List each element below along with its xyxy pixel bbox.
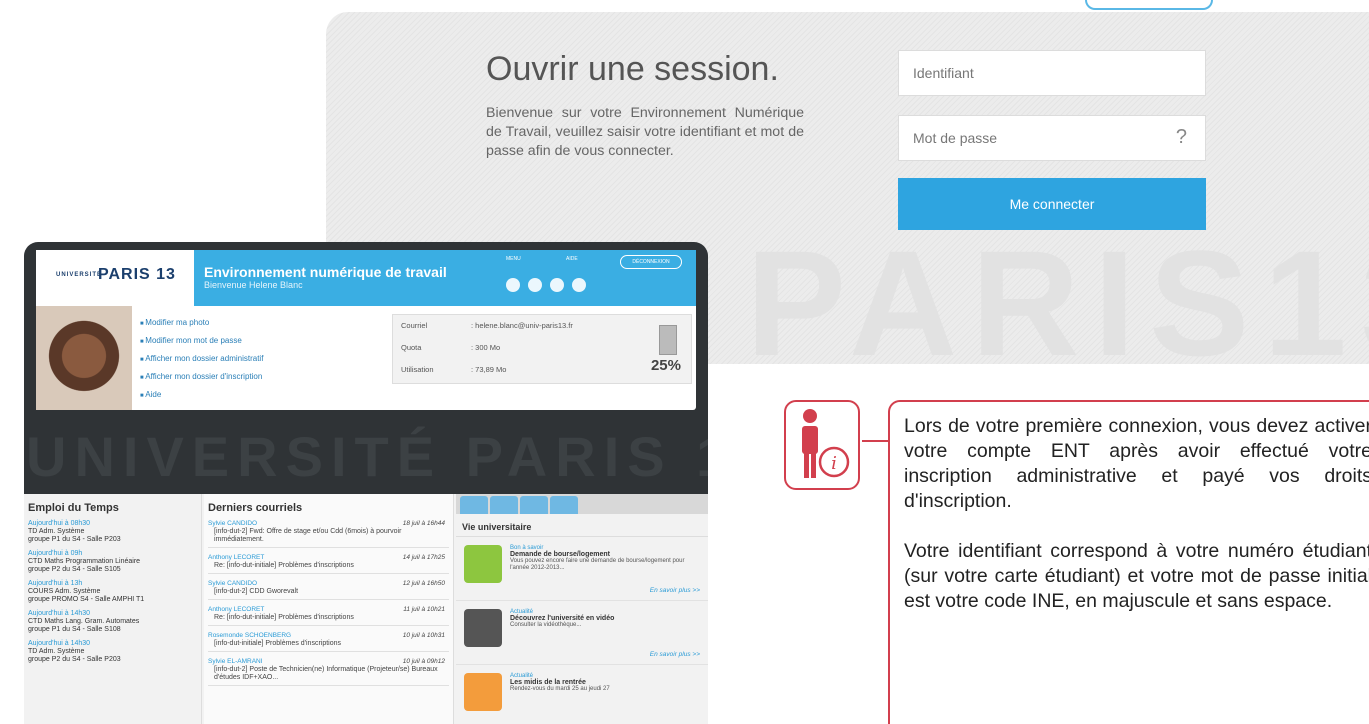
- menu-item-aide[interactable]: Aide: [140, 386, 263, 404]
- news-item[interactable]: Bon à savoir Demande de bourse/logement …: [456, 537, 708, 601]
- tab-video[interactable]: [520, 496, 548, 514]
- login-welcome-text: Bienvenue sur votre Environnement Numéri…: [486, 105, 804, 159]
- mail-item[interactable]: Rosemonde SCHOENBERG 10 juil à 10h31 [in…: [208, 632, 449, 652]
- deconnexion-button[interactable]: DÉCONNEXION: [620, 255, 682, 269]
- mail-item[interactable]: Sylvie CANDIDO 12 juil à 16h50 [info-dut…: [208, 580, 449, 600]
- mail-item[interactable]: Sylvie EL-AMRANI 10 juil à 09h12 [info-d…: [208, 658, 449, 686]
- schedule-item[interactable]: Aujourd'hui à 14h30 TD Adm. Système grou…: [28, 640, 197, 664]
- document-icon[interactable]: [572, 278, 586, 292]
- aide-button[interactable]: AIDE: [566, 256, 578, 262]
- quota-gauge: [659, 325, 677, 355]
- top-tab[interactable]: [1085, 0, 1213, 10]
- password-placeholder: Mot de passe: [913, 130, 998, 146]
- connect-button[interactable]: Me connecter: [898, 178, 1206, 230]
- identifiant-placeholder: Identifiant: [913, 65, 974, 81]
- schedule-item[interactable]: Aujourd'hui à 14h30 CTD Maths Lang. Gram…: [28, 610, 197, 634]
- profile-photo: [36, 306, 132, 410]
- mail-item[interactable]: Anthony LECORET 14 juil à 17h25 Re: [inf…: [208, 554, 449, 574]
- schedule-item[interactable]: Aujourd'hui à 09h CTD Maths Programmatio…: [28, 550, 197, 574]
- menu-item-dossier-inscription[interactable]: Afficher mon dossier d'inscription: [140, 368, 263, 386]
- profile-menu: Modifier ma photo Modifier mon mot de pa…: [140, 314, 263, 404]
- tab-list[interactable]: [490, 496, 518, 514]
- schedule-item[interactable]: Aujourd'hui à 13h COURS Adm. Système gro…: [28, 580, 197, 604]
- info-icon[interactable]: [550, 278, 564, 292]
- emploi-du-temps: Emploi du Temps Aujourd'hui à 08h30 TD A…: [24, 494, 202, 724]
- chat-icon[interactable]: [528, 278, 542, 292]
- quota-value: : 300 Mo: [471, 343, 501, 352]
- tabs: [456, 494, 708, 514]
- callout-paragraph-1: Lors de votre première connexion, vous d…: [904, 415, 1369, 512]
- mail-item[interactable]: Sylvie CANDIDO 18 juil à 16h44 [info-dut…: [208, 520, 449, 548]
- info-callout: Lors de votre première connexion, vous d…: [888, 400, 1369, 724]
- schedule-item[interactable]: Aujourd'hui à 08h30 TD Adm. Système grou…: [28, 520, 197, 544]
- news-item[interactable]: Actualité Découvrez l'université en vidé…: [456, 601, 708, 665]
- utilisation-value: : 73,89 Mo: [471, 365, 507, 374]
- courriel-value: : helene.blanc@univ-paris13.fr: [471, 321, 573, 330]
- ent-screenshot: UNIVERSITÉ PARIS 13 UNIVERSITÉ PARIS 13 …: [24, 242, 708, 724]
- account-info: Courriel: helene.blanc@univ-paris13.fr Q…: [392, 314, 692, 384]
- svg-text:i: i: [831, 453, 837, 474]
- news-image: [464, 673, 502, 711]
- derniers-courriels: Derniers courriels Sylvie CANDIDO 18 jui…: [204, 494, 454, 724]
- news-item[interactable]: Actualité Les midis de la rentrée Rendez…: [456, 665, 708, 724]
- callout-connector: [862, 440, 890, 442]
- person-info-icon: i: [784, 400, 860, 490]
- ent-watermark: UNIVERSITÉ PARIS 13: [26, 425, 708, 488]
- vie-universitaire: Vie universitaire Bon à savoir Demande d…: [456, 494, 708, 724]
- ent-dashboard: Emploi du Temps Aujourd'hui à 08h30 TD A…: [24, 494, 708, 724]
- news-image: [464, 609, 502, 647]
- identifiant-input[interactable]: Identifiant: [898, 50, 1206, 96]
- tab-chat[interactable]: [460, 496, 488, 514]
- ent-welcome: Bienvenue Helene Blanc: [204, 280, 303, 290]
- menu-button[interactable]: MENU: [506, 256, 521, 262]
- mail-item[interactable]: Anthony LECORET 11 juil à 10h21 Re: [inf…: [208, 606, 449, 626]
- news-image: [464, 545, 502, 583]
- menu-item-photo[interactable]: Modifier ma photo: [140, 314, 263, 332]
- menu-item-dossier-admin[interactable]: Afficher mon dossier administratif: [140, 350, 263, 368]
- mail-icon[interactable]: [506, 278, 520, 292]
- en-savoir-plus-link[interactable]: En savoir plus >>: [650, 651, 700, 658]
- password-help-icon[interactable]: ?: [1176, 126, 1187, 149]
- menu-item-password[interactable]: Modifier mon mot de passe: [140, 332, 263, 350]
- login-title: Ouvrir une session.: [486, 50, 779, 88]
- password-input[interactable]: Mot de passe ?: [898, 115, 1206, 161]
- university-logo: UNIVERSITÉ PARIS 13: [36, 250, 194, 306]
- ent-header: UNIVERSITÉ PARIS 13 Environnement numéri…: [36, 250, 696, 306]
- callout-paragraph-2: Votre identifiant correspond à votre num…: [904, 540, 1369, 612]
- ent-profile-panel: UNIVERSITÉ PARIS 13 Environnement numéri…: [36, 250, 696, 410]
- en-savoir-plus-link[interactable]: En savoir plus >>: [650, 587, 700, 594]
- quota-percent: 25%: [650, 357, 681, 374]
- tab-clock[interactable]: [550, 496, 578, 514]
- paris13-watermark: PARIS13: [746, 219, 1369, 364]
- ent-title: Environnement numérique de travail: [204, 264, 447, 280]
